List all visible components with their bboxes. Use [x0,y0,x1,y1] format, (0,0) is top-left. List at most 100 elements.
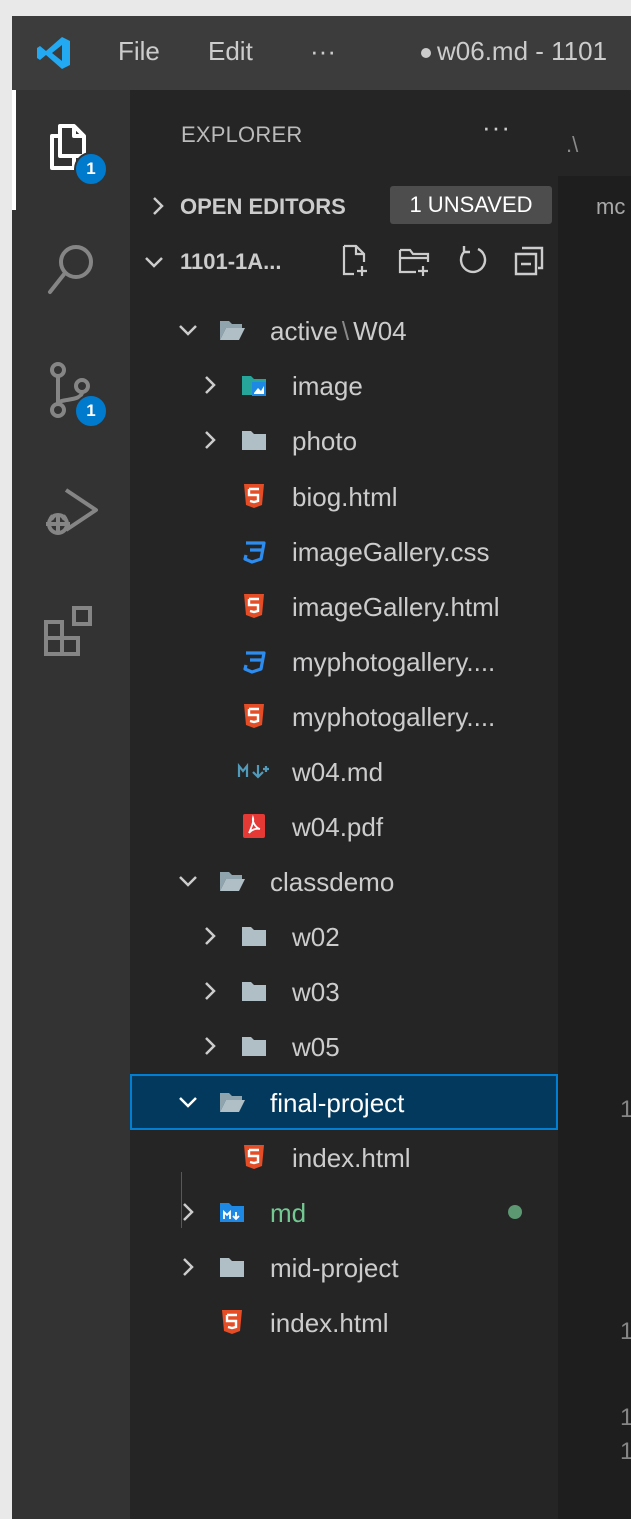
tree-file-myphotogallery-html[interactable]: myphotogallery.... [130,690,558,742]
html-file-icon [244,1145,264,1169]
html-file-icon [244,484,264,508]
chevron-right-icon [205,982,216,1000]
open-editors-label: OPEN EDITORS [180,194,346,219]
tree-label: classdemo [270,867,395,897]
refresh-icon[interactable] [456,244,490,278]
folder-icon [242,431,266,450]
tree-label: md [270,1198,307,1228]
css-file-icon [243,651,266,674]
tree-folder-final-project[interactable]: final-project [130,1074,558,1130]
vscode-window: File Edit ··· w06.md - 1101 1 1 EXPLORER… [12,16,631,1519]
tree-label: w04.pdf [292,812,384,842]
chevron-right-icon [183,1203,194,1221]
vscode-logo-icon [37,37,70,69]
tree-folder-w05[interactable]: w05 [130,1020,558,1072]
tree-file-myphotogallery-css[interactable]: myphotogallery.... [130,635,558,687]
folder-icon [242,927,266,946]
tree-label: w05 [292,1032,340,1062]
explorer-icon[interactable]: 1 [38,116,108,186]
tree-folder-w03[interactable]: w03 [130,965,558,1017]
collapse-all-icon[interactable] [512,244,546,278]
tree-file-w04-md[interactable]: w04.md [130,745,558,797]
menu-more[interactable]: ··· [310,36,336,67]
tree-label: biog.html [292,482,398,512]
open-editors-section[interactable]: OPEN EDITORS 1 UNSAVED [130,184,558,228]
tree-file-final-index-html[interactable]: index.html [130,1131,558,1183]
line-number: 1 [620,1318,631,1345]
tree-label: final-project [270,1088,405,1118]
editor-tab-bar: .\ [558,90,631,176]
line-number: 1 [620,1404,631,1431]
folder-open-icon [220,872,245,891]
extensions-icon[interactable] [38,600,102,664]
tree-label: mid-project [270,1253,399,1283]
folder-markdown-icon [220,1203,244,1222]
activity-bar: 1 1 [12,90,130,1519]
run-debug-icon[interactable] [38,480,102,544]
markdown-file-icon [237,762,269,779]
folder-icon [220,1258,244,1277]
chevron-right-icon [205,376,216,394]
line-number: 1 [620,1438,631,1465]
chevron-down-icon [179,1097,197,1108]
html-file-icon [244,594,264,618]
chevron-down-icon [145,257,163,268]
tree-label: w02 [292,922,340,952]
tree-folder-w02[interactable]: w02 [130,910,558,962]
chevron-right-icon [205,1037,216,1055]
chevron-down-icon [179,325,197,336]
tree-folder-classdemo[interactable]: classdemo [130,855,558,907]
tree-folder-active[interactable]: active \ W04 [130,304,558,356]
source-control-badge: 1 [74,394,108,428]
tree-file-imagegallery-html[interactable]: imageGallery.html [130,580,558,632]
editor-tab-fragment[interactable]: .\ [566,132,578,158]
explorer-sidebar: EXPLORER ··· OPEN EDITORS 1 UNSAVED 1101… [130,90,558,1519]
chevron-down-icon [179,876,197,887]
line-number: 1 [620,1096,631,1123]
tree-label: imageGallery.html [292,592,500,622]
git-status-dot-icon [508,1205,522,1219]
tree-file-imagegallery-css[interactable]: imageGallery.css [130,525,558,577]
tree-folder-image[interactable]: image [130,359,558,411]
folder-open-icon [220,321,245,340]
tree-label-compact: W04 [353,316,407,346]
tree-label: active [270,316,338,346]
css-file-icon [243,541,266,564]
source-control-icon[interactable]: 1 [38,358,108,428]
tree-file-w04-pdf[interactable]: w04.pdf [130,800,558,852]
explorer-more-button[interactable]: ··· [482,112,511,143]
folder-icon [242,982,266,1001]
editor-area: mc 1 1 1 1 [558,176,631,1519]
tree-file-root-index-html[interactable]: index.html [130,1296,558,1348]
unsaved-dot-icon [421,48,431,59]
menu-edit[interactable]: Edit [208,36,253,67]
window-title: w06.md - 1101 [421,36,607,67]
folder-icon [242,1037,266,1056]
tree-label: photo [292,426,358,456]
search-icon[interactable] [38,238,102,302]
title-bar: File Edit ··· w06.md - 1101 [12,16,631,90]
tree-label: w04.md [292,757,384,787]
tree-label: imageGallery.css [292,537,490,567]
folder-image-icon [242,376,266,396]
breadcrumb-fragment[interactable]: mc [596,194,625,220]
tree-label: image [292,371,363,401]
tree-folder-md[interactable]: md [130,1186,558,1238]
pdf-file-icon [243,814,265,838]
new-file-icon[interactable] [340,244,370,278]
tree-label: w03 [292,977,340,1007]
tree-label: index.html [270,1308,389,1338]
chevron-right-icon [205,431,216,449]
workspace-label: 1101-1A... [180,249,282,274]
tree-label: myphotogallery.... [292,647,496,677]
menu-file[interactable]: File [118,36,160,67]
html-file-icon [222,1310,242,1334]
tree-folder-photo[interactable]: photo [130,414,558,466]
tree-file-biog-html[interactable]: biog.html [130,470,558,522]
active-indicator [12,90,16,210]
workspace-root[interactable]: 1101-1A... [130,240,558,284]
unsaved-badge: 1 UNSAVED [390,186,552,224]
tree-folder-mid-project[interactable]: mid-project [130,1241,558,1293]
new-folder-icon[interactable] [398,244,432,278]
chevron-right-icon [183,1258,194,1276]
